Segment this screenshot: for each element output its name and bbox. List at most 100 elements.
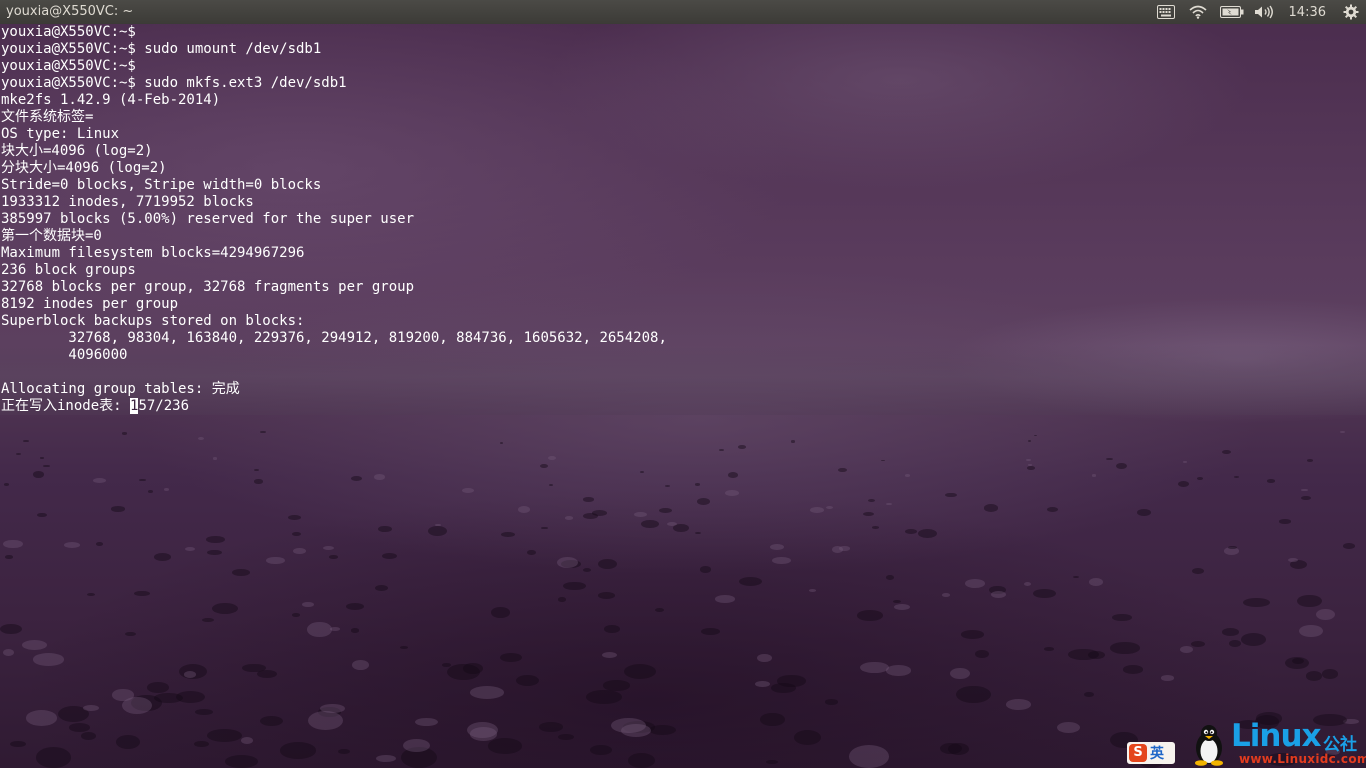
terminal-output[interactable]: youxia@X550VC:~$ youxia@X550VC:~$ sudo um… bbox=[1, 24, 667, 415]
wallpaper-pebble bbox=[287, 514, 301, 520]
wallpaper-pebble bbox=[1305, 671, 1322, 681]
wallpaper-pebble bbox=[95, 542, 104, 546]
terminal-line: 分块大小=4096 (log=2) bbox=[1, 160, 167, 176]
wallpaper-pebble bbox=[469, 686, 504, 699]
wallpaper-pebble bbox=[1028, 464, 1032, 466]
terminal-line: youxia@X550VC:~$ sudo umount /dev/sdb1 bbox=[1, 41, 322, 57]
wallpaper-pebble bbox=[838, 468, 847, 473]
wallpaper-pebble bbox=[860, 661, 889, 673]
wallpaper-pebble bbox=[725, 490, 739, 497]
wallpaper-pebble bbox=[738, 576, 763, 586]
wallpaper-pebble bbox=[1221, 628, 1240, 636]
wallpaper-pebble bbox=[35, 747, 72, 768]
wallpaper-pebble bbox=[467, 721, 498, 738]
wallpaper-pebble bbox=[1027, 465, 1035, 470]
volume-icon[interactable] bbox=[1249, 0, 1279, 24]
wallpaper-pebble bbox=[375, 754, 396, 762]
wallpaper-pebble bbox=[1087, 650, 1105, 660]
wallpaper-pebble bbox=[950, 667, 970, 679]
wallpaper-pebble bbox=[701, 627, 721, 635]
battery-icon[interactable] bbox=[1215, 0, 1249, 24]
gear-icon[interactable] bbox=[1336, 0, 1366, 24]
wallpaper-pebble bbox=[265, 556, 285, 565]
wallpaper-pebble bbox=[351, 659, 370, 670]
terminal-line: 32768, 98304, 163840, 229376, 294912, 81… bbox=[1, 330, 667, 346]
wallpaper-pebble bbox=[1109, 642, 1140, 654]
wallpaper-pebble bbox=[3, 539, 23, 549]
wallpaper-pebble bbox=[292, 612, 301, 617]
wallpaper-pebble bbox=[769, 543, 785, 550]
keyboard-icon[interactable] bbox=[1151, 0, 1181, 24]
linuxidc-watermark: S 英 Linux 公社 www.Linuxidc.com bbox=[1121, 718, 1366, 768]
terminal-line: youxia@X550VC:~$ bbox=[1, 24, 136, 40]
wallpaper-pebble bbox=[1046, 506, 1059, 512]
wallpaper-pebble bbox=[918, 528, 937, 538]
wallpaper-pebble bbox=[260, 715, 284, 726]
clock[interactable]: 14:36 bbox=[1279, 0, 1336, 24]
wallpaper-pebble bbox=[487, 738, 523, 754]
wallpaper-pebble bbox=[1089, 578, 1104, 586]
wallpaper-pebble bbox=[582, 497, 595, 502]
wallpaper-pebble bbox=[540, 464, 548, 469]
wallpaper-pebble bbox=[984, 504, 999, 512]
ime-indicator[interactable]: S 英 bbox=[1127, 742, 1175, 764]
terminal-line: Maximum filesystem blocks=4294967296 bbox=[1, 245, 305, 261]
wallpaper-pebble bbox=[628, 753, 655, 768]
wallpaper-pebble bbox=[601, 651, 618, 658]
wallpaper-pebble bbox=[1321, 669, 1339, 679]
wallpaper-pebble bbox=[961, 630, 984, 639]
terminal-line: OS type: Linux bbox=[1, 126, 120, 142]
terminal-line: 块大小=4096 (log=2) bbox=[1, 143, 153, 159]
ime-mode-label: 英 bbox=[1150, 746, 1164, 762]
wallpaper-pebble bbox=[832, 546, 844, 553]
wallpaper-pebble bbox=[206, 729, 242, 742]
wallpaper-pebble bbox=[302, 602, 315, 607]
wallpaper-pebble bbox=[257, 669, 278, 678]
wallpaper-pebble bbox=[597, 591, 616, 599]
wallpaper-pebble bbox=[33, 471, 45, 478]
terminal-line: 385997 blocks (5.00%) reserved for the s… bbox=[1, 211, 415, 227]
wallpaper-pebble bbox=[0, 623, 23, 634]
wallpaper-pebble bbox=[1026, 458, 1031, 461]
wallpaper-pebble bbox=[1221, 449, 1231, 455]
wallpaper-pebble bbox=[147, 682, 170, 693]
wallpaper-pebble bbox=[414, 717, 438, 727]
wallpaper-pebble bbox=[1284, 656, 1310, 670]
wallpaper-pebble bbox=[110, 505, 126, 512]
wifi-icon[interactable] bbox=[1181, 0, 1215, 24]
wallpaper-pebble bbox=[564, 516, 574, 520]
terminal-line: Stride=0 blocks, Stripe width=0 blocks bbox=[1, 177, 322, 193]
wallpaper-pebble bbox=[154, 553, 172, 561]
wallpaper-pebble bbox=[345, 602, 365, 610]
wallpaper-pebble bbox=[33, 653, 64, 666]
wallpaper-pebble bbox=[941, 593, 950, 598]
wallpaper-pebble bbox=[885, 575, 894, 580]
wallpaper-pebble bbox=[25, 709, 58, 726]
terminal-line: Allocating group tables: 完成 bbox=[1, 381, 240, 397]
wallpaper-pebble bbox=[164, 488, 170, 491]
wallpaper-pebble bbox=[611, 717, 646, 734]
wallpaper-pebble bbox=[659, 507, 673, 513]
wallpaper-pebble bbox=[462, 487, 474, 493]
wallpaper-pebble bbox=[63, 542, 80, 549]
wallpaper-pebble bbox=[3, 482, 10, 486]
wallpaper-pebble bbox=[1278, 519, 1292, 524]
wallpaper-pebble bbox=[905, 473, 911, 477]
wallpaper-pebble bbox=[759, 712, 785, 727]
wallpaper-pebble bbox=[848, 745, 890, 768]
top-panel: youxia@X550VC: ~ 14:36 bbox=[0, 0, 1366, 24]
wallpaper-pebble bbox=[863, 511, 875, 516]
wallpaper-pebble bbox=[1033, 589, 1056, 598]
wallpaper-pebble bbox=[148, 490, 153, 493]
wallpaper-pebble bbox=[771, 556, 791, 564]
terminal-line: 32768 blocks per group, 32768 fragments … bbox=[1, 279, 415, 295]
wallpaper-pebble bbox=[727, 471, 739, 478]
wallpaper-pebble bbox=[138, 478, 146, 482]
wallpaper-pebble bbox=[320, 703, 345, 714]
window-title: youxia@X550VC: ~ bbox=[6, 4, 134, 19]
wallpaper-pebble bbox=[194, 708, 214, 716]
wallpaper-pebble bbox=[5, 555, 13, 560]
wallpaper-pebble bbox=[491, 607, 510, 618]
terminal-line: 236 block groups bbox=[1, 262, 136, 278]
wallpaper-pebble bbox=[696, 497, 711, 505]
